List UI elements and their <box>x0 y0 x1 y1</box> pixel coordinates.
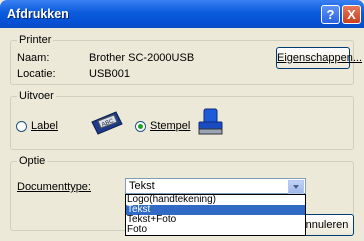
doctype-selected-value: Tekst <box>129 180 155 192</box>
properties-button-label: Eigenschappen... <box>277 52 363 64</box>
option-legend: Optie <box>17 155 48 167</box>
doctype-select[interactable]: Tekst <box>125 178 306 194</box>
doctype-options-list[interactable]: Logo(handtekening) Tekst Tekst+Foto Foto <box>125 194 306 236</box>
print-dialog: Afdrukken ? X Printer Naam: Brother SC-2… <box>0 0 364 241</box>
doctype-option-tekst-foto[interactable]: Tekst+Foto <box>126 215 305 225</box>
close-button[interactable]: X <box>342 5 361 24</box>
printer-location-label: Locatie: <box>17 68 56 80</box>
stamp-icon <box>198 108 223 135</box>
label-option-label[interactable]: Label <box>31 120 58 132</box>
doctype-option-logo[interactable]: Logo(handtekening) <box>126 195 305 205</box>
chevron-down-icon[interactable] <box>288 180 304 194</box>
stamp-radio[interactable] <box>135 121 146 132</box>
printer-name-label: Naam: <box>17 52 50 64</box>
help-icon: ? <box>326 7 335 22</box>
properties-button[interactable]: Eigenschappen... <box>276 47 362 69</box>
doctype-label: Documenttype: <box>17 181 91 193</box>
cancel-button-label: nnuleren <box>305 219 349 231</box>
help-button[interactable]: ? <box>321 5 340 24</box>
doctype-option-foto[interactable]: Foto <box>126 225 305 235</box>
stamp-option-label[interactable]: Stempel <box>150 120 190 132</box>
printer-legend: Printer <box>17 34 54 46</box>
label-tape-icon: ABC <box>91 111 123 135</box>
title-bar[interactable]: Afdrukken ? X <box>0 0 364 28</box>
label-radio[interactable] <box>16 121 27 132</box>
printer-name-value: Brother SC-2000USB <box>89 52 195 64</box>
output-legend: Uitvoer <box>17 90 56 102</box>
cancel-button[interactable]: nnuleren <box>300 214 354 236</box>
printer-location-value: USB001 <box>89 68 130 80</box>
window-title: Afdrukken <box>7 7 69 21</box>
close-icon: X <box>347 7 356 22</box>
